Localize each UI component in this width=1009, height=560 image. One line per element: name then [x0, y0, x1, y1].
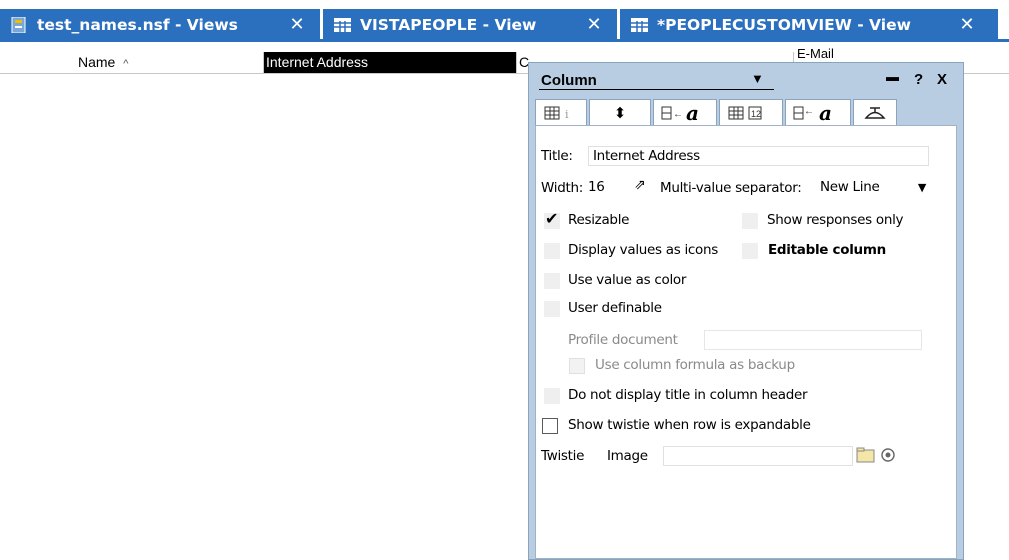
width-input[interactable]: 16	[588, 178, 622, 198]
no-title-header-label: Do not display title in column header	[568, 387, 808, 403]
title-label: Title:	[541, 148, 573, 164]
svg-text:a: a	[686, 103, 699, 123]
column-formula-backup-checkbox	[569, 358, 585, 374]
font-tab[interactable]: ← a	[653, 99, 717, 125]
width-spinner-icon[interactable]: ⇗	[634, 177, 646, 193]
width-label: Width:	[541, 180, 583, 196]
show-responses-checkbox[interactable]	[742, 213, 758, 229]
svg-text:←: ←	[804, 106, 814, 117]
column-formula-backup-label: Use column formula as backup	[595, 357, 795, 373]
tab-test-names-views[interactable]: test_names.nsf - Views ✕	[0, 9, 320, 41]
column-header-internet-address[interactable]: Internet Address	[264, 52, 516, 73]
editable-column-checkbox[interactable]	[742, 243, 758, 259]
panel-title: Column	[541, 72, 597, 89]
column-header-email[interactable]: E-Mail	[797, 43, 834, 64]
twistie-label: Twistie	[541, 448, 585, 464]
svg-text:12: 12	[751, 109, 761, 119]
resizable-label: Resizable	[568, 212, 630, 228]
panel-titlebar[interactable]: Column ▼ ▬ ? X	[529, 63, 963, 95]
show-twistie-checkbox[interactable]	[542, 418, 558, 434]
numbers-icon: 12	[728, 106, 762, 119]
propeller-hat-icon	[864, 106, 886, 119]
title-font-tab[interactable]: ← a	[785, 99, 851, 125]
view-icon	[334, 17, 351, 33]
profile-document-label: Profile document	[568, 332, 678, 348]
close-icon[interactable]: ✕	[585, 15, 603, 35]
user-definable-checkbox[interactable]	[544, 301, 560, 317]
chevron-down-icon: ▼	[917, 181, 926, 194]
tab-label: VISTAPEOPLE - View	[360, 16, 537, 34]
separator-label: Multi-value separator:	[660, 180, 802, 196]
title-input[interactable]: Internet Address	[588, 146, 929, 166]
column-header-name[interactable]: Name ^	[78, 52, 128, 73]
title-font-icon: ← a	[793, 103, 832, 123]
column-properties-panel: Column ▼ ▬ ? X i ⬍ ← a 12 ← a Title: Inter…	[528, 62, 964, 560]
dropdown-caret-icon[interactable]: ▼	[751, 71, 764, 86]
svg-text:a: a	[819, 103, 832, 123]
close-icon[interactable]: ✕	[288, 15, 306, 35]
display-icons-checkbox[interactable]	[544, 243, 560, 259]
close-button[interactable]: X	[937, 71, 947, 88]
view-icon	[631, 17, 648, 33]
profile-document-input	[704, 330, 922, 350]
sort-ascending-icon: ^	[123, 58, 129, 70]
tab-peoplecustomview-view[interactable]: *PEOPLECUSTOMVIEW - View ✕	[620, 9, 998, 41]
panel-tabs: i ⬍ ← a 12 ← a	[535, 99, 897, 126]
value-as-color-label: Use value as color	[568, 272, 687, 288]
column-divider[interactable]	[516, 52, 517, 73]
panel-content: Title: Internet Address Width: 16 ⇗ Mult…	[535, 125, 957, 559]
close-icon[interactable]: ✕	[958, 15, 976, 35]
database-icon	[11, 16, 28, 34]
tab-label: *PEOPLECUSTOMVIEW - View	[657, 16, 911, 34]
font-icon: ← a	[661, 103, 699, 123]
resizable-checkbox[interactable]: ✔	[544, 209, 560, 229]
twistie-image-input[interactable]	[663, 446, 853, 466]
svg-text:i: i	[565, 108, 569, 121]
tab-label: test_names.nsf - Views	[37, 16, 238, 34]
separator-select[interactable]: New Line ▼	[816, 178, 930, 198]
display-icons-label: Display values as icons	[568, 242, 718, 258]
advanced-tab[interactable]	[853, 99, 897, 125]
tab-underline	[0, 39, 1009, 42]
svg-text:←: ←	[673, 109, 683, 120]
editable-column-label: Editable column	[768, 242, 886, 258]
no-title-header-checkbox[interactable]	[544, 388, 560, 404]
folder-icon[interactable]	[856, 446, 876, 468]
checkmark-icon: ✔	[545, 209, 559, 228]
panel-title-underline	[539, 89, 774, 90]
basics-tab[interactable]: i	[535, 99, 587, 126]
help-button[interactable]: ?	[914, 71, 923, 88]
numbers-tab[interactable]: 12	[719, 99, 783, 125]
show-responses-label: Show responses only	[767, 212, 904, 228]
formula-icon[interactable]	[880, 447, 896, 467]
value-as-color-checkbox[interactable]	[544, 273, 560, 289]
sorting-tab[interactable]: ⬍	[589, 99, 651, 125]
tab-strip: test_names.nsf - Views ✕ VISTAPEOPLE - V…	[0, 0, 1009, 41]
user-definable-label: User definable	[568, 300, 662, 316]
show-twistie-label: Show twistie when row is expandable	[568, 417, 811, 433]
sort-icon: ⬍	[613, 104, 627, 122]
basics-icon: i	[544, 106, 569, 121]
tab-vistapeople-view[interactable]: VISTAPEOPLE - View ✕	[323, 9, 617, 41]
minimize-icon[interactable]: ▬	[886, 69, 899, 84]
image-label: Image	[607, 448, 648, 464]
